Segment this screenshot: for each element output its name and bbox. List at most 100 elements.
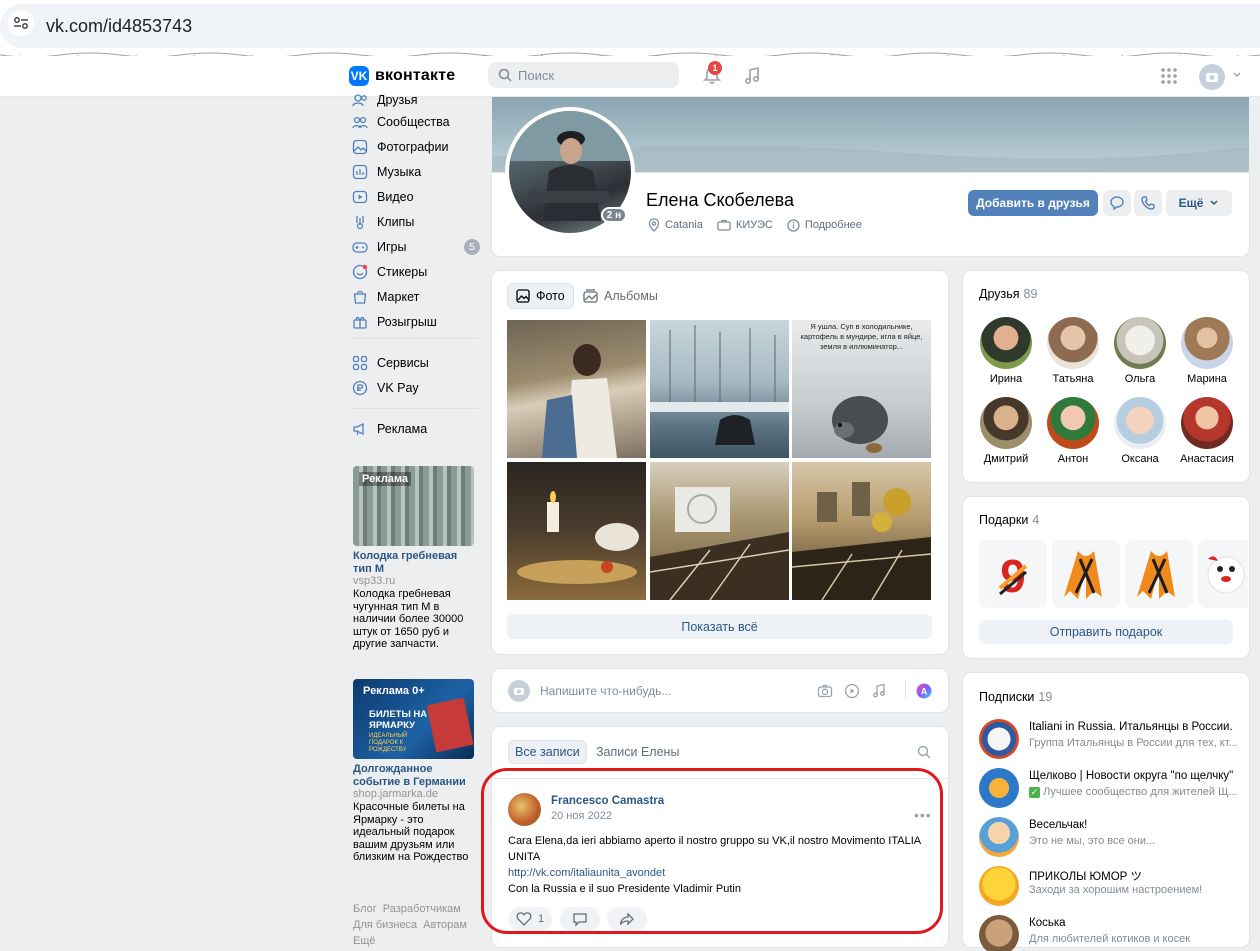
footer-link-more[interactable]: Ещё bbox=[353, 935, 376, 947]
footer-link-business[interactable]: Для бизнеса bbox=[353, 919, 417, 931]
friend-item[interactable]: Ирина bbox=[971, 317, 1041, 385]
composer-input[interactable]: Напишите что-нибудь... bbox=[540, 684, 671, 698]
sidebar-item-clips[interactable]: Клипы bbox=[352, 212, 414, 232]
friend-item[interactable]: Ольга bbox=[1105, 317, 1175, 385]
friend-item[interactable]: Дмитрий bbox=[971, 397, 1041, 465]
subscription-avatar bbox=[979, 866, 1019, 906]
gift-item[interactable] bbox=[1052, 540, 1120, 608]
sidebar-item-gift[interactable]: Розыгрыш bbox=[352, 312, 437, 332]
ai-assistant-icon[interactable]: A bbox=[916, 683, 932, 699]
sidebar-item-market[interactable]: Маркет bbox=[352, 287, 419, 307]
gift-item[interactable]: 9 bbox=[979, 540, 1047, 608]
photo-thumbnail[interactable] bbox=[649, 462, 790, 601]
subscription-item[interactable]: Щелково | Новости округа "по щелчку" ✓ Луч… bbox=[979, 768, 1254, 808]
sidebar-item-photos[interactable]: Фотографии bbox=[352, 137, 448, 157]
user-avatar[interactable] bbox=[1199, 64, 1225, 90]
show-all-photos-button[interactable]: Показать всё bbox=[507, 614, 932, 639]
address-url[interactable]: vk.com/id4853743 bbox=[46, 16, 192, 37]
ad-block-1[interactable]: Реклама Колодка гребневая тип М vsp33.ru… bbox=[353, 466, 475, 651]
sidebar-item-services[interactable]: Сервисы bbox=[352, 353, 429, 373]
friend-item[interactable]: Оксана bbox=[1105, 397, 1175, 465]
footer-link-developers[interactable]: Разработчикам bbox=[383, 903, 461, 915]
gift-item[interactable] bbox=[1125, 540, 1193, 608]
music-attach-icon[interactable] bbox=[871, 683, 887, 699]
profile-details[interactable]: Подробнее bbox=[787, 218, 862, 232]
ad-title[interactable]: Долгожданное событие в Германии bbox=[353, 763, 475, 788]
friends-title[interactable]: Друзья 89 bbox=[979, 287, 1037, 301]
camera-attach-icon[interactable] bbox=[817, 683, 833, 699]
ad-domain: shop.jarmarka.de bbox=[353, 788, 438, 800]
ad-block-2[interactable]: Реклама 0+ БИЛЕТЫ НА ЯРМАРКУ ИДЕАЛЬНЫЙ П… bbox=[353, 679, 475, 864]
location-pin-icon bbox=[648, 218, 660, 232]
sidebar-item-label: Стикеры bbox=[377, 265, 428, 279]
tab-own-posts[interactable]: Записи Елены bbox=[590, 740, 685, 764]
communities-icon bbox=[352, 116, 368, 129]
subscriptions-title[interactable]: Подписки 19 bbox=[979, 690, 1052, 704]
message-button[interactable] bbox=[1103, 190, 1131, 216]
subscription-item[interactable]: ПРИКОЛЫ ЮМОР ツ Заходи за хорошим настроен… bbox=[979, 866, 1254, 906]
photo-thumbnail[interactable] bbox=[507, 320, 646, 458]
albums-icon bbox=[583, 289, 598, 303]
subscription-item[interactable]: Весельчак! Это не мы, это все они... bbox=[979, 817, 1254, 857]
sidebar-item-music[interactable]: Музыка bbox=[352, 162, 421, 182]
footer-link-authors[interactable]: Авторам bbox=[423, 919, 467, 931]
video-attach-icon[interactable] bbox=[844, 683, 860, 699]
ad-image[interactable]: Реклама bbox=[353, 466, 474, 546]
gift-item[interactable] bbox=[1198, 540, 1248, 608]
tab-albums[interactable]: Альбомы bbox=[575, 283, 666, 309]
profile-work[interactable]: КИУЭС bbox=[717, 219, 773, 231]
tab-photos[interactable]: Фото bbox=[507, 283, 574, 309]
more-actions-button[interactable]: Ещё bbox=[1166, 190, 1232, 216]
send-gift-button[interactable]: Отправить подарок bbox=[979, 620, 1233, 644]
sidebar-item-label: Игры bbox=[377, 240, 407, 254]
subscription-avatar bbox=[979, 915, 1019, 951]
search-placeholder: Поиск bbox=[518, 67, 555, 83]
search-icon bbox=[498, 68, 512, 82]
sidebar-item-label: Сервисы bbox=[377, 356, 429, 370]
friend-avatar bbox=[1114, 397, 1166, 449]
stickers-icon bbox=[352, 264, 368, 280]
add-friend-button[interactable]: Добавить в друзья bbox=[968, 190, 1098, 216]
sidebar-item-games[interactable]: Игры bbox=[352, 237, 406, 257]
photo-thumbnail[interactable] bbox=[791, 462, 932, 601]
call-button[interactable] bbox=[1134, 190, 1162, 216]
site-info-icon[interactable] bbox=[8, 10, 34, 36]
footer-link-blog[interactable]: Блог bbox=[353, 903, 377, 915]
friend-item[interactable]: Антон bbox=[1038, 397, 1108, 465]
photo-thumbnail[interactable] bbox=[650, 320, 789, 458]
profile-details-text: Подробнее bbox=[804, 219, 862, 231]
friend-name: Анастасия bbox=[1180, 453, 1234, 465]
sidebar-item-communities[interactable]: Сообщества bbox=[352, 112, 450, 132]
wall-search-icon[interactable] bbox=[917, 745, 931, 759]
sidebar-item-friends[interactable]: Друзья bbox=[352, 90, 418, 110]
ad-image[interactable]: Реклама 0+ БИЛЕТЫ НА ЯРМАРКУ ИДЕАЛЬНЫЙ П… bbox=[353, 679, 474, 759]
subscription-item[interactable]: Italiani in Russia. Итальянцы в России. Г… bbox=[979, 719, 1254, 759]
friend-item[interactable]: Анастасия bbox=[1172, 397, 1242, 465]
photo-thumbnail[interactable] bbox=[507, 462, 646, 600]
search-input[interactable]: Поиск bbox=[488, 62, 679, 88]
photo-thumbnail[interactable]: Я ушла. Суп в холодильнике, картофель в … bbox=[792, 320, 931, 458]
sidebar-item-video[interactable]: Видео bbox=[352, 187, 414, 207]
friend-item[interactable]: Татьяна bbox=[1038, 317, 1108, 385]
sidebar-item-ads[interactable]: Реклама bbox=[352, 419, 427, 439]
tab-all-posts[interactable]: Все записи bbox=[508, 740, 587, 764]
vk-logo[interactable]: VK вконтакте bbox=[349, 66, 455, 86]
subscriptions-count: 19 bbox=[1038, 690, 1053, 704]
sidebar-item-stickers[interactable]: Стикеры bbox=[352, 262, 427, 282]
apps-grid-icon[interactable] bbox=[1160, 67, 1178, 85]
gifts-title[interactable]: Подарки 4 bbox=[979, 513, 1039, 527]
services-icon bbox=[352, 355, 368, 371]
sidebar-item-vkpay[interactable]: VK Pay bbox=[352, 378, 419, 398]
profile-city[interactable]: Catania bbox=[648, 218, 703, 232]
music-player-icon[interactable] bbox=[742, 66, 762, 86]
more-actions-label: Ещё bbox=[1178, 196, 1204, 210]
subscription-name: Весельчак! bbox=[1029, 819, 1088, 831]
chevron-down-icon[interactable] bbox=[1232, 70, 1242, 80]
subscription-item[interactable]: Коська Для любителей котиков и косек bbox=[979, 915, 1254, 951]
ad-title[interactable]: Колодка гребневая тип М bbox=[353, 550, 475, 575]
profile-meta: Catania КИУЭС Подробнее bbox=[648, 218, 862, 232]
ad-tag: Реклама 0+ bbox=[363, 685, 425, 697]
subscription-avatar bbox=[979, 719, 1019, 759]
sidebar-item-label: Маркет bbox=[377, 290, 420, 304]
friend-item[interactable]: Марина bbox=[1172, 317, 1242, 385]
